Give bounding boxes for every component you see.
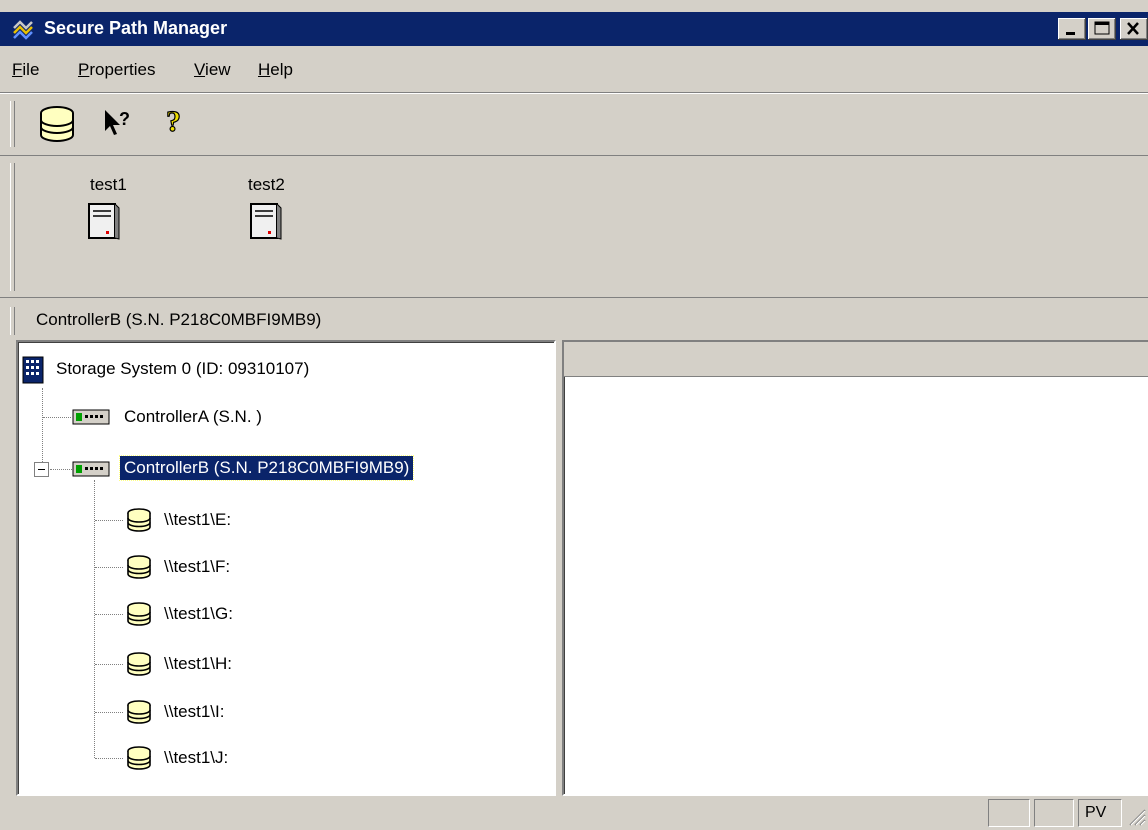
maximize-icon: [1094, 21, 1110, 35]
hosts-pane-grip[interactable]: [10, 163, 15, 291]
menu-help-mnemonic: H: [258, 60, 271, 79]
tree-node-storage-system[interactable]: Storage System 0 (ID: 09310107): [56, 359, 309, 379]
resize-grip-icon[interactable]: [1126, 806, 1146, 826]
tree-node-drive-f[interactable]: \\test1\F:: [164, 557, 230, 577]
maximize-button[interactable]: [1088, 18, 1116, 40]
tree-view[interactable]: Storage System 0 (ID: 09310107) Controll…: [16, 340, 556, 796]
tree-connector: [95, 614, 123, 615]
server-icon[interactable]: [86, 201, 120, 241]
title-bar[interactable]: Secure Path Manager: [0, 12, 1148, 46]
collapse-toggle[interactable]: [34, 462, 49, 477]
menu-help-label: elp: [270, 60, 293, 79]
minimize-icon: [1066, 32, 1075, 35]
server-icon[interactable]: [248, 201, 282, 241]
tree-node-drive-i[interactable]: \\test1\I:: [164, 702, 224, 722]
menu-help[interactable]: Help: [258, 60, 293, 80]
disk-icon[interactable]: [126, 746, 152, 770]
menu-properties-mnemonic: P: [78, 60, 90, 79]
detail-list-view[interactable]: [562, 340, 1148, 796]
selection-path-bar: ControllerB (S.N. P218C0MBFI9MB9): [0, 303, 1148, 339]
selection-path-label: ControllerB (S.N. P218C0MBFI9MB9): [36, 310, 322, 329]
menu-properties[interactable]: Properties: [78, 60, 155, 80]
disk-icon[interactable]: [126, 700, 152, 724]
tree-connector: [50, 469, 72, 470]
app-icon: [13, 20, 33, 40]
status-bar: PV: [0, 796, 1148, 830]
controller-icon[interactable]: [72, 409, 110, 425]
menu-file-label: ile: [22, 60, 40, 79]
tree-connector: [95, 712, 123, 713]
tree-node-controller-a[interactable]: ControllerA (S.N. ): [124, 407, 262, 427]
tree-node-drive-e[interactable]: \\test1\E:: [164, 510, 231, 530]
close-button[interactable]: [1120, 18, 1148, 40]
menu-view[interactable]: View: [194, 60, 231, 80]
svg-text:?: ?: [119, 109, 130, 129]
menu-file[interactable]: File: [12, 60, 39, 80]
hosts-pane: test1 test2: [0, 157, 1148, 298]
close-icon: [1127, 22, 1139, 35]
tree-node-drive-j[interactable]: \\test1\J:: [164, 748, 228, 768]
minimize-button[interactable]: [1058, 18, 1086, 40]
tree-connector: [94, 480, 95, 758]
tree-connector: [95, 520, 123, 521]
status-cell-pv: PV: [1078, 799, 1122, 827]
svg-text:?: ?: [166, 105, 181, 138]
tree-connector: [95, 758, 123, 759]
tree-connector: [43, 417, 71, 418]
menu-file-mnemonic: F: [12, 60, 23, 79]
disk-icon[interactable]: [126, 555, 152, 579]
menu-view-mnemonic: V: [194, 60, 206, 79]
disk-icon[interactable]: [126, 602, 152, 626]
controller-icon[interactable]: [72, 461, 110, 477]
host-label-test2: test2: [248, 175, 285, 194]
menu-view-label: iew: [205, 60, 231, 79]
storage-system-icon[interactable]: [36, 103, 78, 145]
disk-icon[interactable]: [126, 508, 152, 532]
help-icon[interactable]: ?: [164, 105, 188, 139]
menu-properties-label: roperties: [89, 60, 156, 79]
list-header[interactable]: [564, 342, 1148, 377]
menu-bar: File Properties View Help: [0, 52, 1148, 88]
tree-connector: [95, 664, 123, 665]
host-label-test1: test1: [90, 175, 127, 194]
window-title: Secure Path Manager: [44, 18, 228, 38]
toolbar-grip[interactable]: [10, 101, 15, 147]
status-cell-1: [988, 799, 1030, 827]
toolbar: ? ?: [0, 92, 1148, 156]
path-bar-grip[interactable]: [10, 307, 15, 335]
tree-node-drive-h[interactable]: \\test1\H:: [164, 654, 232, 674]
tree-node-controller-b[interactable]: ControllerB (S.N. P218C0MBFI9MB9): [118, 455, 415, 481]
tree-connector: [95, 567, 123, 568]
tree-node-drive-g[interactable]: \\test1\G:: [164, 604, 233, 624]
disk-icon[interactable]: [126, 652, 152, 676]
context-help-icon[interactable]: ?: [102, 107, 134, 139]
tree-connector: [42, 388, 43, 470]
status-cell-2: [1034, 799, 1074, 827]
storage-array-icon[interactable]: [22, 356, 44, 384]
